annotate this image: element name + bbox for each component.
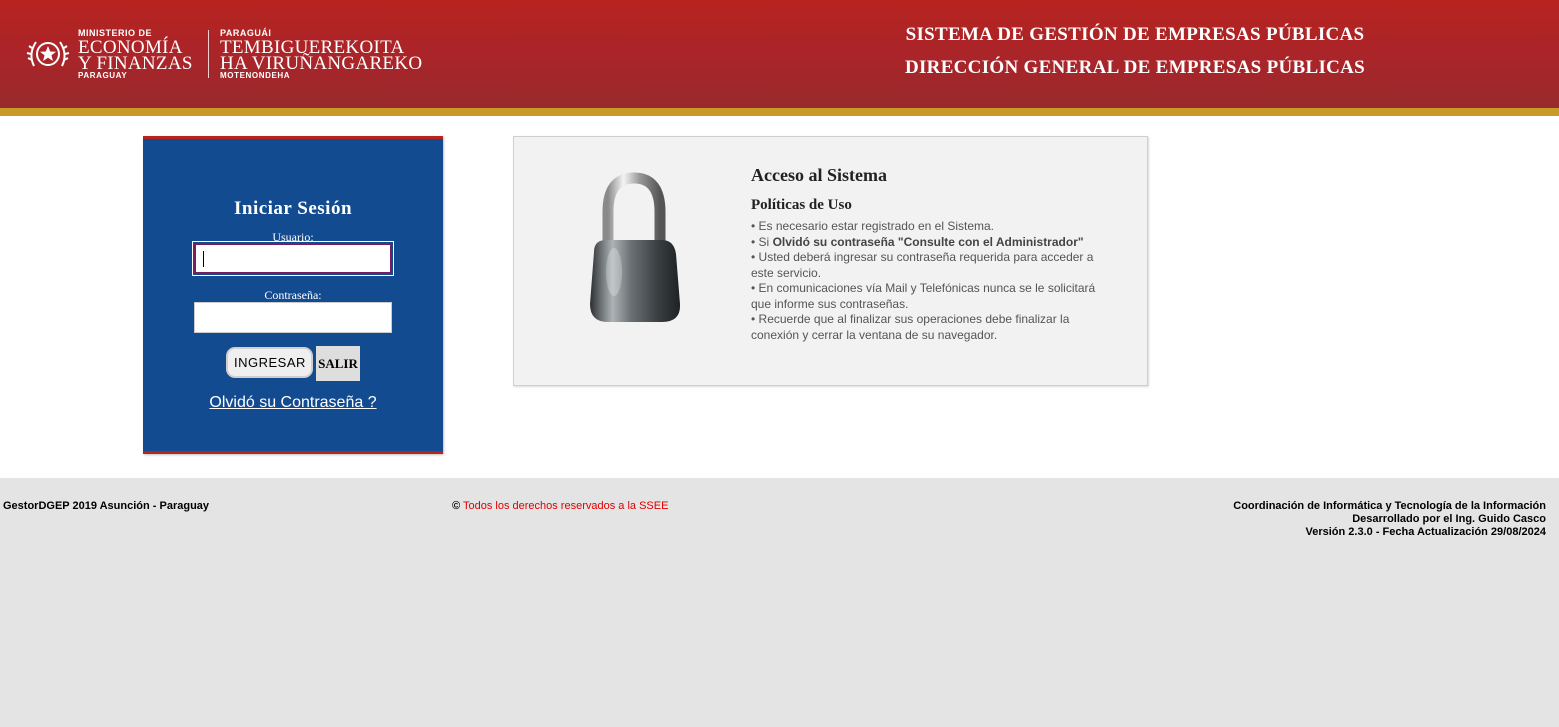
directorate-title: DIRECCIÓN GENERAL DE EMPRESAS PÚBLICAS (904, 57, 1366, 78)
credits-line: Coordinación de Informática y Tecnología… (1233, 500, 1546, 512)
padlock-icon (590, 172, 681, 322)
footer-copyright: © Todos los derechos reservados a la SSE… (452, 500, 668, 512)
version-line: Versión 2.3.0 - Fecha Actualización 29/0… (1305, 526, 1547, 538)
forgot-password-link[interactable]: Olvidó su Contraseña ? (143, 394, 443, 412)
policy-item: En comunicaciones vía Mail y Telefónicas… (751, 281, 1111, 312)
policy-prefix: Si (758, 234, 770, 249)
seal-icon (26, 41, 70, 67)
rights-text: Todos los derechos reservados a la SSEE (462, 500, 669, 512)
policy-list: Es necesario estar registrado en el Sist… (751, 219, 1111, 343)
header-stripe (0, 108, 1559, 116)
login-title: Iniciar Sesión (233, 198, 353, 219)
login-button[interactable]: INGRESAR (226, 347, 313, 378)
text-cursor (203, 251, 204, 267)
copyright-symbol: © (452, 500, 461, 512)
system-title: SISTEMA DE GESTIÓN DE EMPRESAS PÚBLICAS (905, 24, 1365, 45)
policy-text: En comunicaciones vía Mail y Telefónicas… (751, 281, 1096, 311)
policies-title: Políticas de Uso (751, 197, 852, 213)
policy-text: Recuerde que al finalizar sus operacione… (751, 312, 1070, 342)
policy-item: Si Olvidó su contraseña "Consulte con el… (751, 235, 1111, 251)
username-input[interactable] (192, 241, 394, 276)
footer-credits: Coordinación de Informática y Tecnología… (1233, 500, 1546, 539)
password-label: Contraseña: (264, 288, 322, 302)
policy-text: Es necesario estar registrado en el Sist… (758, 219, 994, 233)
access-info-panel: Acceso al Sistema Políticas de Uso Es ne… (513, 136, 1148, 386)
access-title: Acceso al Sistema (751, 165, 887, 185)
exit-button[interactable]: SALIR (316, 346, 360, 381)
ministry-logo: MINISTERIO DE ECONOMÍA Y FINANZAS PARAGU… (24, 26, 444, 82)
ministry-country: PARAGUAY (78, 71, 128, 80)
guarani-sub-label: MOTENONDEHA (220, 71, 291, 80)
policy-item: Usted deberá ingresar su contraseña requ… (751, 250, 1111, 281)
password-input[interactable] (194, 302, 392, 333)
policy-item: Es necesario estar registrado en el Sist… (751, 219, 1111, 235)
policy-bold-text: Olvidó su contraseña "Consulte con el Ad… (772, 234, 1084, 249)
header-bar: MINISTERIO DE ECONOMÍA Y FINANZAS PARAGU… (0, 0, 1559, 108)
logo-divider (208, 30, 209, 78)
footer-app-info: GestorDGEP 2019 Asunción - Paraguay (3, 500, 210, 512)
credits-line: Desarrollado por el Ing. Guido Casco (1352, 513, 1546, 525)
policy-item: Recuerde que al finalizar sus operacione… (751, 312, 1111, 343)
policy-text: Usted deberá ingresar su contraseña requ… (751, 250, 1094, 280)
page: MINISTERIO DE ECONOMÍA Y FINANZAS PARAGU… (0, 0, 1559, 727)
login-panel: Iniciar Sesión Usuario: Contraseña: INGR… (143, 136, 443, 454)
